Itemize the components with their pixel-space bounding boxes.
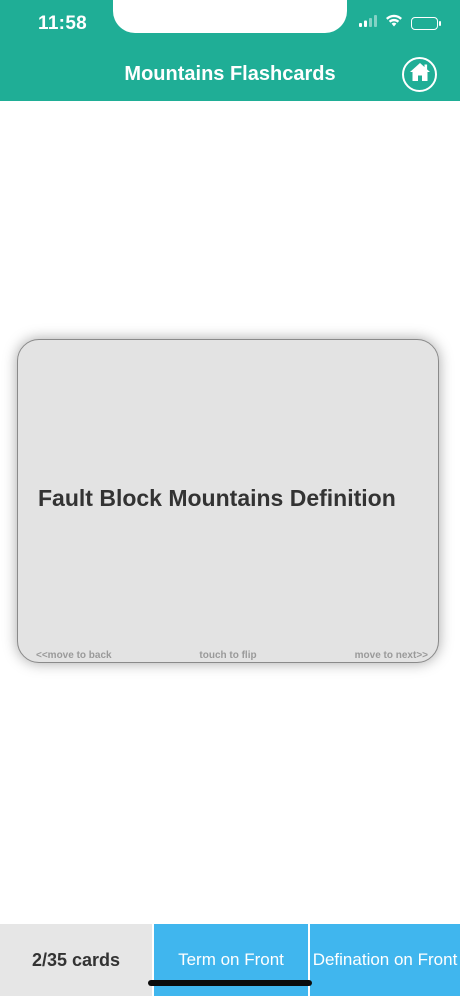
home-indicator <box>148 980 312 986</box>
definition-on-front-button[interactable]: Defination on Front <box>310 924 460 996</box>
home-button[interactable] <box>402 57 437 92</box>
wifi-icon <box>385 14 403 32</box>
cellular-signal-icon <box>359 14 377 32</box>
home-icon <box>409 62 431 87</box>
status-icons <box>359 14 441 32</box>
flashcard[interactable]: Fault Block Mountains Definition <<move … <box>17 339 439 663</box>
app-header: 11:58 Mountains Flashcards <box>0 0 460 101</box>
battery-icon <box>411 16 441 30</box>
status-time: 11:58 <box>38 13 88 34</box>
page-title: Mountains Flashcards <box>124 63 336 85</box>
card-term-text: Fault Block Mountains Definition <box>38 485 396 511</box>
move-to-next-hint: move to next>> <box>354 650 428 661</box>
device-notch <box>113 0 347 33</box>
card-count: 2/35 cards <box>0 924 152 996</box>
